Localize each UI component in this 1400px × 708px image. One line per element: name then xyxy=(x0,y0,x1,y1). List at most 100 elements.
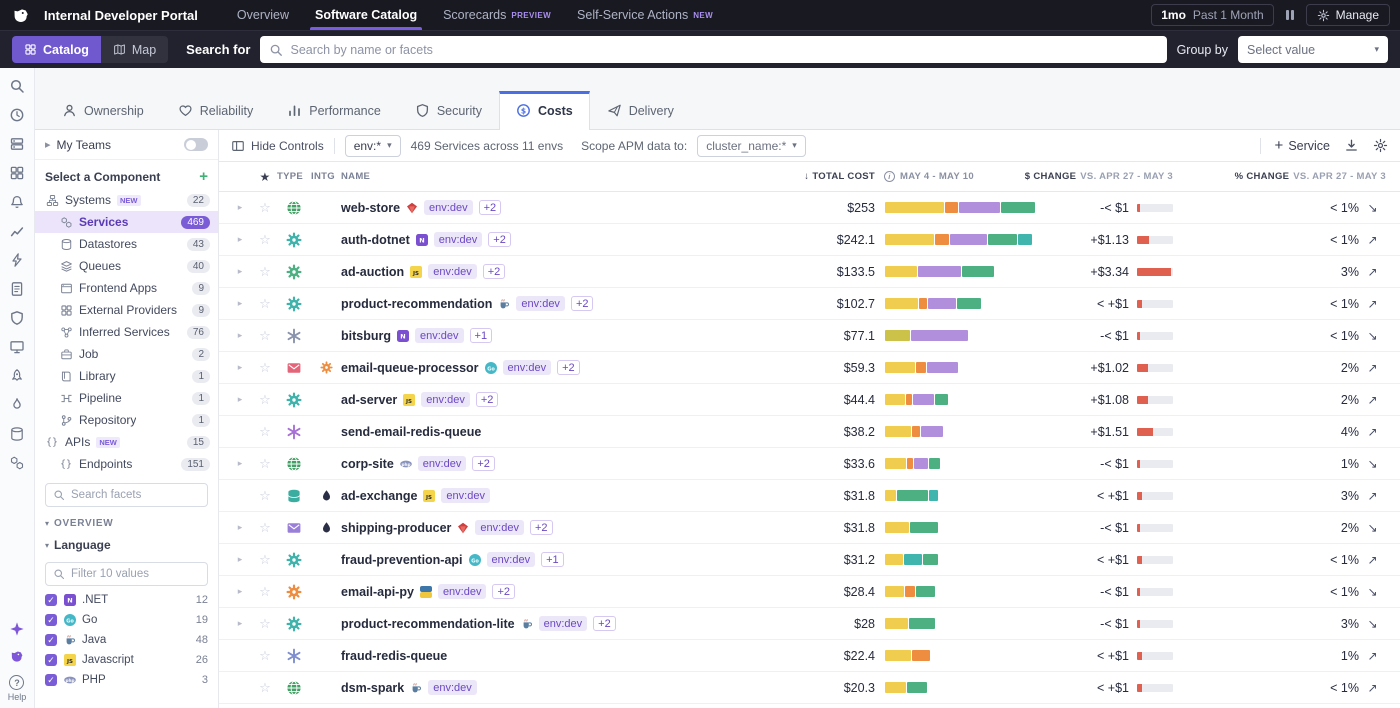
env-tag[interactable]: env:dev xyxy=(421,392,470,407)
row-star-icon[interactable]: ☆ xyxy=(253,360,277,376)
add-service-button[interactable]: + Service xyxy=(1275,138,1330,153)
env-more-badge[interactable]: +2 xyxy=(530,520,553,535)
time-range-picker[interactable]: 1mo Past 1 Month xyxy=(1151,4,1273,26)
catalog-view-button[interactable]: Catalog xyxy=(12,36,101,63)
rail-datadog-agent-icon[interactable] xyxy=(9,648,25,664)
search-input[interactable] xyxy=(290,43,1157,57)
my-teams-row[interactable]: ▸ My Teams xyxy=(35,130,218,160)
table-row[interactable]: ▸☆auth-dotnetNenv:dev+2$242.1+$1.13< 1%↗ xyxy=(219,224,1400,256)
header-star-icon[interactable]: ★ xyxy=(253,170,277,184)
rail-databases-icon[interactable] xyxy=(9,426,25,442)
row-star-icon[interactable]: ☆ xyxy=(253,488,277,504)
service-name[interactable]: bitsburg xyxy=(341,329,391,343)
env-tag[interactable]: env:dev xyxy=(434,232,483,247)
env-more-badge[interactable]: +2 xyxy=(488,232,511,247)
service-name[interactable]: send-email-redis-queue xyxy=(341,425,481,439)
env-more-badge[interactable]: +2 xyxy=(479,200,502,215)
download-button[interactable] xyxy=(1344,138,1359,153)
table-row[interactable]: ☆ad-exchangeJSenv:dev$31.8< +$13%↗ xyxy=(219,480,1400,512)
hide-controls-button[interactable]: Hide Controls xyxy=(231,139,324,153)
service-name[interactable]: web-store xyxy=(341,201,400,215)
rail-security-icon[interactable] xyxy=(9,310,25,326)
language-option-go[interactable]: ✓GoGo19 xyxy=(35,610,218,630)
tab-reliability[interactable]: Reliability xyxy=(161,91,271,130)
row-expand-chevron[interactable]: ▸ xyxy=(227,298,253,309)
env-more-badge[interactable]: +2 xyxy=(593,616,616,631)
row-star-icon[interactable]: ☆ xyxy=(253,392,277,408)
table-row[interactable]: ▸☆fraud-prevention-apiGoenv:dev+1$31.2< … xyxy=(219,544,1400,576)
service-name[interactable]: corp-site xyxy=(341,457,394,471)
manage-button[interactable]: Manage xyxy=(1306,4,1390,26)
sidebar-item-repository[interactable]: Repository1 xyxy=(35,409,218,431)
nav-self-service-actions[interactable]: Self-Service ActionsNEW xyxy=(564,0,726,30)
pause-icon[interactable] xyxy=(1286,10,1294,20)
facet-search-input[interactable] xyxy=(71,489,200,501)
env-tag[interactable]: env:dev xyxy=(438,584,487,599)
language-filter-input[interactable] xyxy=(71,568,200,580)
scope-filter-chip[interactable]: cluster_name:* ▾ xyxy=(697,135,806,157)
env-more-badge[interactable]: +2 xyxy=(557,360,580,375)
rail-profiling-icon[interactable] xyxy=(9,397,25,413)
service-name[interactable]: fraud-prevention-api xyxy=(341,553,463,567)
tab-performance[interactable]: Performance xyxy=(270,91,398,130)
checkbox-checked-icon[interactable]: ✓ xyxy=(45,674,57,686)
checkbox-checked-icon[interactable]: ✓ xyxy=(45,654,57,666)
service-name[interactable]: ad-exchange xyxy=(341,489,417,503)
table-row[interactable]: ▸☆email-queue-processorGoenv:dev+2$59.3+… xyxy=(219,352,1400,384)
row-star-icon[interactable]: ☆ xyxy=(253,328,277,344)
row-star-icon[interactable]: ☆ xyxy=(253,232,277,248)
row-expand-chevron[interactable]: ▸ xyxy=(227,202,253,213)
table-row[interactable]: ▸☆ad-serverJSenv:dev+2$44.4+$1.082%↗ xyxy=(219,384,1400,416)
table-row[interactable]: ▸☆shipping-producerenv:dev+2$31.8-< $12%… xyxy=(219,512,1400,544)
table-row[interactable]: ▸☆bitsburgNenv:dev+1$77.1-< $1< 1%↘ xyxy=(219,320,1400,352)
rail-logs-icon[interactable] xyxy=(9,281,25,297)
rail-integrations-icon[interactable] xyxy=(9,455,25,471)
nav-scorecards[interactable]: ScorecardsPREVIEW xyxy=(430,0,564,30)
env-more-badge[interactable]: +1 xyxy=(541,552,564,567)
row-star-icon[interactable]: ☆ xyxy=(253,264,277,280)
settings-button[interactable] xyxy=(1373,138,1388,153)
service-name[interactable]: product-recommendation-lite xyxy=(341,617,515,631)
row-expand-chevron[interactable]: ▸ xyxy=(227,554,253,565)
checkbox-checked-icon[interactable]: ✓ xyxy=(45,594,57,606)
tab-costs[interactable]: $Costs xyxy=(499,91,590,130)
sidebar-item-queues[interactable]: Queues40 xyxy=(35,255,218,277)
help-button[interactable]: ? Help xyxy=(8,675,27,702)
env-more-badge[interactable]: +2 xyxy=(571,296,594,311)
tab-delivery[interactable]: Delivery xyxy=(590,91,691,130)
service-name[interactable]: ad-server xyxy=(341,393,397,407)
env-tag[interactable]: env:dev xyxy=(428,264,477,279)
service-name[interactable]: fraud-redis-queue xyxy=(341,649,447,663)
table-row[interactable]: ▸☆web-storeenv:dev+2$253-< $1< 1%↘ xyxy=(219,192,1400,224)
row-star-icon[interactable]: ☆ xyxy=(253,552,277,568)
env-more-badge[interactable]: +2 xyxy=(476,392,499,407)
sidebar-item-endpoints[interactable]: {}Endpoints151 xyxy=(35,453,218,475)
sidebar-item-systems[interactable]: SystemsNEW22 xyxy=(35,189,218,211)
table-row[interactable]: ▸☆ad-auctionJSenv:dev+2$133.5+$3.343%↗ xyxy=(219,256,1400,288)
env-tag[interactable]: env:dev xyxy=(503,360,552,375)
overview-section-header[interactable]: ▾ OVERVIEW xyxy=(35,511,218,532)
checkbox-checked-icon[interactable]: ✓ xyxy=(45,614,57,626)
col-pct-change[interactable]: % CHANGE VS. APR 27 - MAY 3 xyxy=(1173,171,1386,182)
language-option-net[interactable]: ✓N.NET12 xyxy=(35,590,218,610)
rail-metrics-icon[interactable] xyxy=(9,223,25,239)
col-total-cost[interactable]: ↓ TOTAL COST xyxy=(795,171,875,182)
row-star-icon[interactable]: ☆ xyxy=(253,424,277,440)
row-star-icon[interactable]: ☆ xyxy=(253,520,277,536)
sidebar-item-library[interactable]: Library1 xyxy=(35,365,218,387)
rail-infrastructure-icon[interactable] xyxy=(9,136,25,152)
service-name[interactable]: shipping-producer xyxy=(341,521,451,535)
env-tag[interactable]: env:dev xyxy=(487,552,536,567)
env-tag[interactable]: env:dev xyxy=(424,200,473,215)
rail-apm-icon[interactable] xyxy=(9,252,25,268)
row-expand-chevron[interactable]: ▸ xyxy=(227,586,253,597)
row-expand-chevron[interactable]: ▸ xyxy=(227,330,253,341)
env-more-badge[interactable]: +2 xyxy=(483,264,506,279)
language-option-php[interactable]: ✓phpPHP3 xyxy=(35,670,218,690)
row-star-icon[interactable]: ☆ xyxy=(253,456,277,472)
row-expand-chevron[interactable]: ▸ xyxy=(227,394,253,405)
row-star-icon[interactable]: ☆ xyxy=(253,200,277,216)
row-expand-chevron[interactable]: ▸ xyxy=(227,234,253,245)
rail-history-icon[interactable] xyxy=(9,107,25,123)
table-row[interactable]: ☆send-email-redis-queue$38.2+$1.514%↗ xyxy=(219,416,1400,448)
